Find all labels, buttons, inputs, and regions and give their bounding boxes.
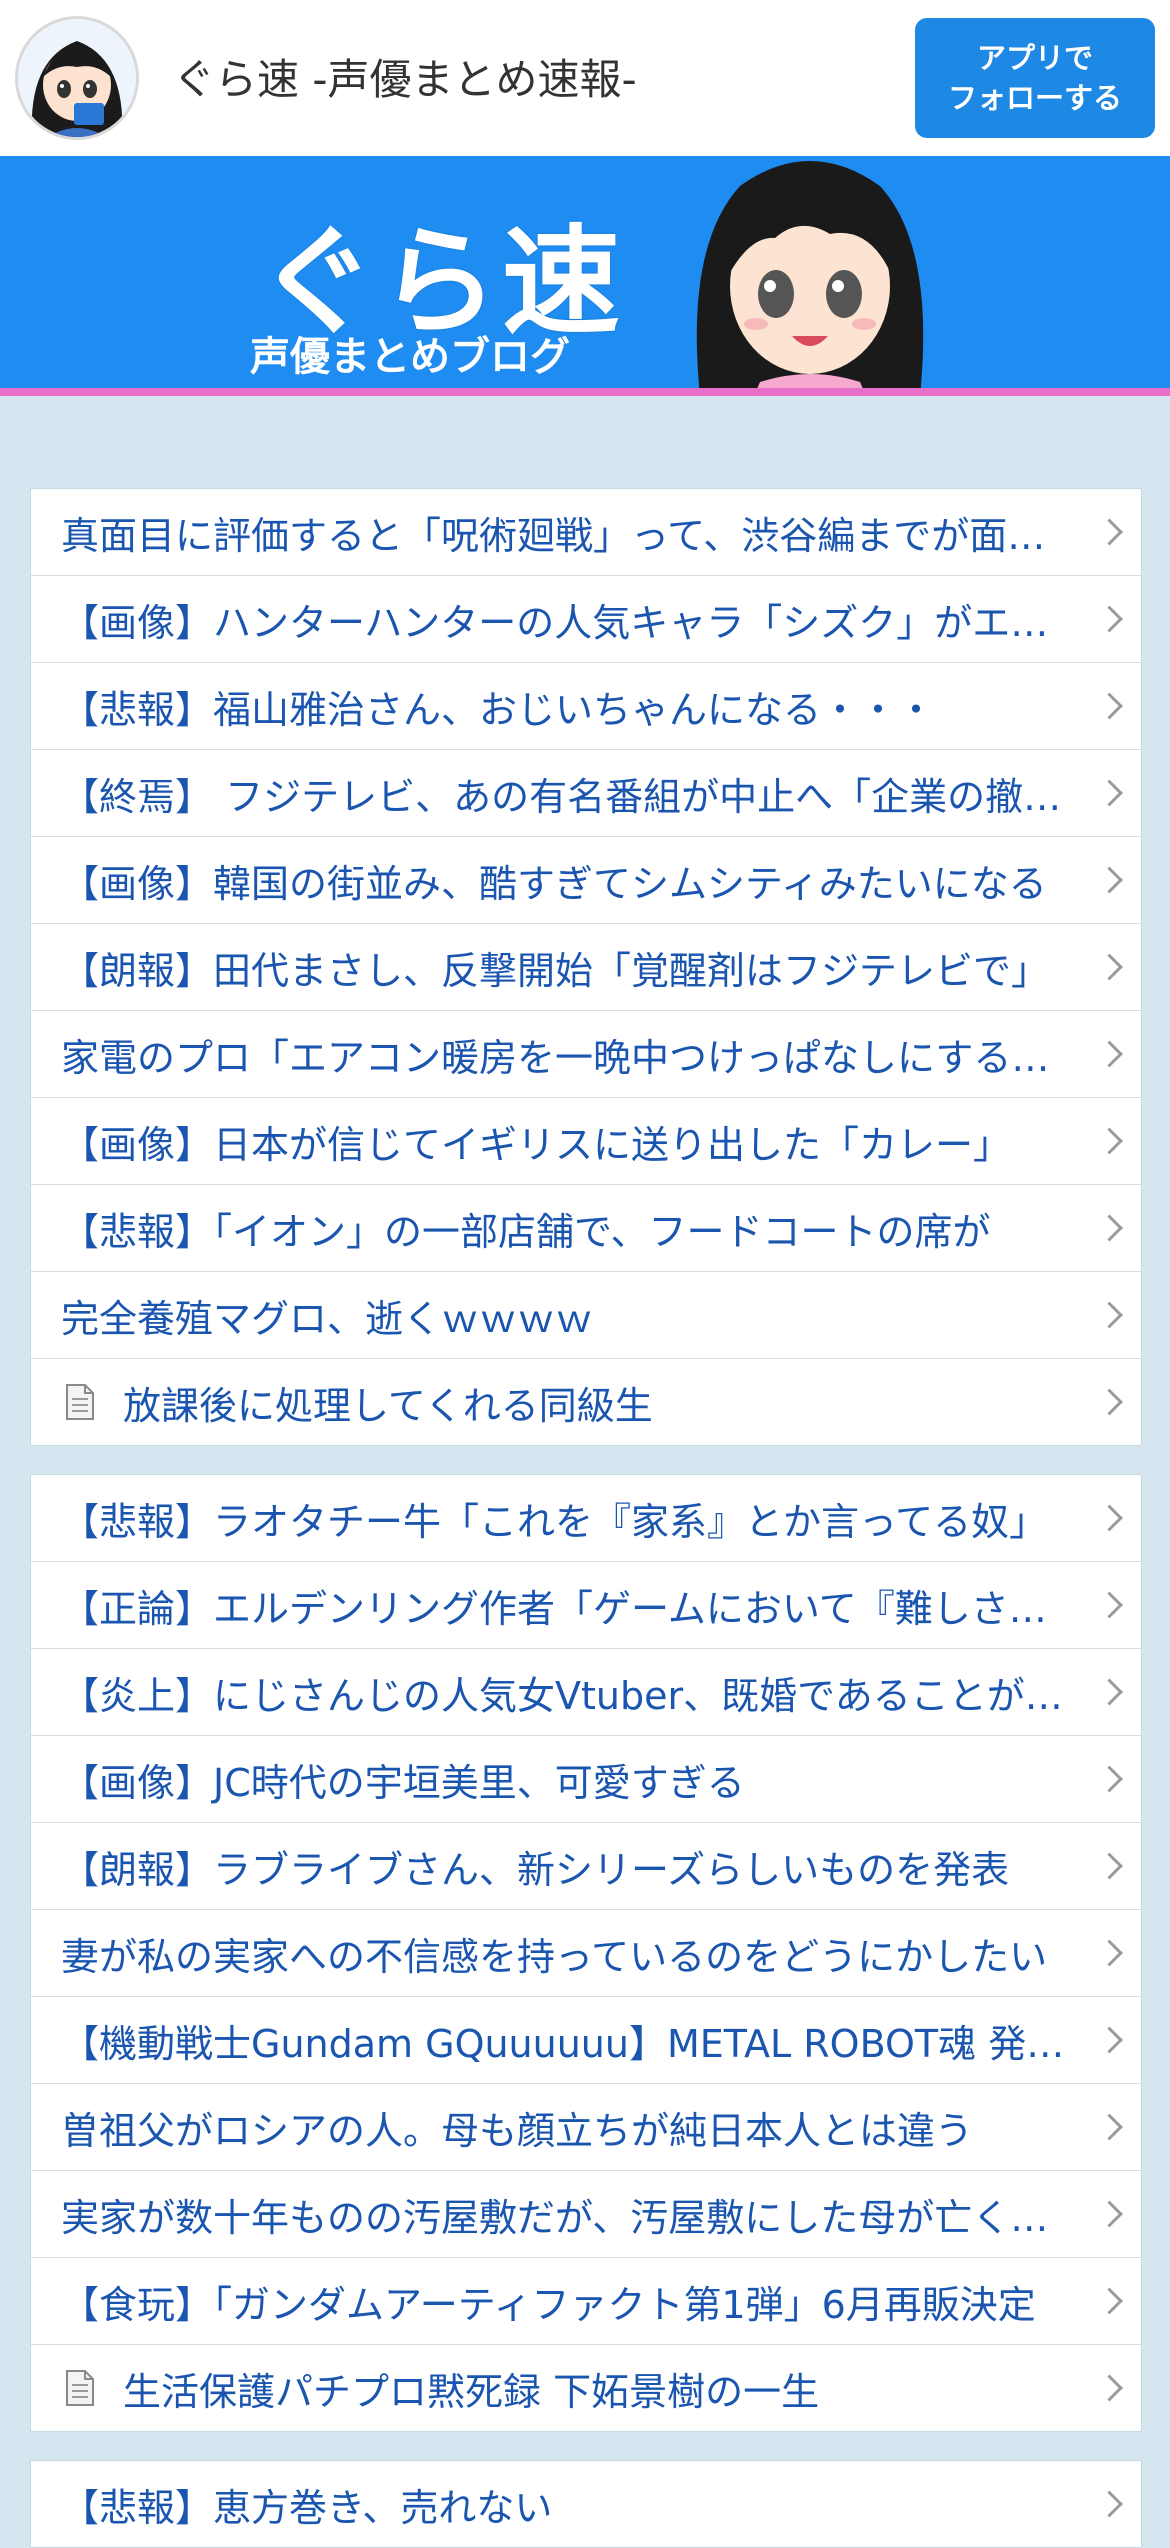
article-link[interactable]: 【機動戦士Gundam GQuuuuuu】METAL ROBOT魂 発売決定 (31, 1996, 1141, 2083)
chevron-right-icon (1096, 1040, 1123, 1068)
article-link[interactable]: 完全養殖マグロ、逝くｗｗｗｗ (31, 1271, 1141, 1358)
article-list-3: 【悲報】恵方巻き、売れない (30, 2460, 1142, 2548)
article-link[interactable]: 【朗報】ラブライブさん、新シリーズらしいものを発表 (31, 1822, 1141, 1909)
article-title: 【朗報】ラブライブさん、新シリーズらしいものを発表 (61, 1847, 1010, 1892)
article-title: 【朗報】田代まさし、反撃開始「覚醒剤はフジテレビで」 (61, 948, 1050, 993)
article-title: 【炎上】にじさんじの人気女Vtuber、既婚であることが判明 (61, 1673, 1081, 1718)
chevron-right-icon (1096, 1678, 1123, 1706)
mascot-avatar-icon (18, 19, 136, 137)
chevron-right-icon (1096, 2374, 1123, 2402)
chevron-right-icon (1096, 692, 1123, 720)
document-icon (66, 2370, 94, 2406)
article-link[interactable]: 【悲報】福山雅治さん、おじいちゃんになる・・・ (31, 662, 1141, 749)
chevron-right-icon (1096, 518, 1123, 546)
article-title: 妻が私の実家への不信感を持っているのをどうにかしたい (61, 1934, 1048, 1979)
article-link[interactable]: 【終焉】 フジテレビ、あの有名番組が中止へ「企業の撤退が」 (31, 749, 1141, 836)
article-link[interactable]: 【悲報】恵方巻き、売れない (31, 2461, 1141, 2547)
chevron-right-icon (1096, 2287, 1123, 2315)
chevron-right-icon (1096, 1852, 1123, 1880)
article-link[interactable]: 【画像】韓国の街並み、酷すぎてシムシティみたいになる (31, 836, 1141, 923)
chevron-right-icon (1096, 1214, 1123, 1242)
article-title: 曽祖父がロシアの人。母も顔立ちが純日本人とは違う (61, 2108, 974, 2153)
article-title: 【画像】日本が信じてイギリスに送り出した「カレー」 (61, 1122, 1012, 1167)
article-link[interactable]: 放課後に処理してくれる同級生 (31, 1358, 1141, 1445)
site-banner[interactable]: ぐら速 声優まとめブログ (0, 156, 1170, 396)
article-link[interactable]: 妻が私の実家への不信感を持っているのをどうにかしたい (31, 1909, 1141, 1996)
chevron-right-icon (1096, 1591, 1123, 1619)
article-title: 【悲報】「イオン」の一部店舗で、フードコートの席が (61, 1209, 991, 1254)
site-header: ぐら速 -声優まとめ速報- アプリで フォローする (0, 0, 1170, 156)
article-title: 生活保護パチプロ黙死録 下妬景樹の一生 (123, 2369, 820, 2414)
chevron-right-icon (1096, 1388, 1123, 1416)
article-title: 家電のプロ「エアコン暖房を一晩中つけっぱなしにすると」 (61, 1035, 1081, 1080)
banner-stripe (0, 388, 1170, 396)
chevron-right-icon (1096, 2200, 1123, 2228)
article-link[interactable]: 【悲報】ラオタチー牛「これを『家系』とか言ってる奴」 (31, 1475, 1141, 1561)
article-title: 【悲報】ラオタチー牛「これを『家系』とか言ってる奴」 (61, 1499, 1048, 1544)
chevron-right-icon (1096, 779, 1123, 807)
article-link[interactable]: 【画像】日本が信じてイギリスに送り出した「カレー」 (31, 1097, 1141, 1184)
chevron-right-icon (1096, 953, 1123, 981)
follow-in-app-button[interactable]: アプリで フォローする (915, 18, 1155, 138)
article-link[interactable]: 【悲報】「イオン」の一部店舗で、フードコートの席が (31, 1184, 1141, 1271)
article-title: 【悲報】恵方巻き、売れない (61, 2485, 553, 2530)
chevron-right-icon (1096, 605, 1123, 633)
article-title: 【画像】JC時代の宇垣美里、可愛すぎる (61, 1760, 745, 1805)
article-title: 【機動戦士Gundam GQuuuuuu】METAL ROBOT魂 発売決定 (61, 2021, 1081, 2066)
chevron-right-icon (1096, 1504, 1123, 1532)
article-link[interactable]: 【画像】JC時代の宇垣美里、可愛すぎる (31, 1735, 1141, 1822)
article-title: 【正論】エルデンリング作者「ゲームにおいて『難しさ』は」 (61, 1586, 1081, 1631)
article-link[interactable]: 生活保護パチプロ黙死録 下妬景樹の一生 (31, 2344, 1141, 2431)
mascot-illustration-icon (696, 161, 924, 396)
chevron-right-icon (1096, 866, 1123, 894)
article-link[interactable]: 【朗報】田代まさし、反撃開始「覚醒剤はフジテレビで」 (31, 923, 1141, 1010)
article-list-2: 【悲報】ラオタチー牛「これを『家系』とか言ってる奴」 【正論】エルデンリング作者「… (30, 1474, 1142, 2432)
chevron-right-icon (1096, 2490, 1123, 2518)
article-title: 【画像】韓国の街並み、酷すぎてシムシティみたいになる (61, 861, 1047, 906)
site-title[interactable]: ぐら速 -声優まとめ速報- (173, 46, 637, 107)
article-link[interactable]: 【画像】ハンターハンターの人気キャラ「シズク」がエロすぎる (31, 575, 1141, 662)
article-link[interactable]: 【正論】エルデンリング作者「ゲームにおいて『難しさ』は」 (31, 1561, 1141, 1648)
chevron-right-icon (1096, 2113, 1123, 2141)
article-title: 実家が数十年ものの汚屋敷だが、汚屋敷にした母が亡くなり (61, 2195, 1081, 2240)
article-title: 【食玩】「ガンダムアーティファクト第1弾」6月再販決定 (61, 2282, 1036, 2327)
article-title: 【画像】ハンターハンターの人気キャラ「シズク」がエロすぎる (61, 600, 1081, 645)
article-link[interactable]: 【食玩】「ガンダムアーティファクト第1弾」6月再販決定 (31, 2257, 1141, 2344)
article-title: 【終焉】 フジテレビ、あの有名番組が中止へ「企業の撤退が」 (61, 774, 1081, 819)
article-link[interactable]: 実家が数十年ものの汚屋敷だが、汚屋敷にした母が亡くなり (31, 2170, 1141, 2257)
chevron-right-icon (1096, 1765, 1123, 1793)
chevron-right-icon (1096, 1939, 1123, 1967)
article-list-1: 真面目に評価すると「呪術廻戦」って、渋谷編までが面白いよな 【画像】ハンターハンタ… (30, 488, 1142, 1446)
article-title: 放課後に処理してくれる同級生 (123, 1383, 653, 1428)
article-link[interactable]: 【炎上】にじさんじの人気女Vtuber、既婚であることが判明 (31, 1648, 1141, 1735)
follow-button-line1: アプリで (976, 41, 1093, 75)
article-title: 真面目に評価すると「呪術廻戦」って、渋谷編までが面白いよな (61, 513, 1081, 558)
article-link[interactable]: 曽祖父がロシアの人。母も顔立ちが純日本人とは違う (31, 2083, 1141, 2170)
chevron-right-icon (1096, 1127, 1123, 1155)
article-title: 【悲報】福山雅治さん、おじいちゃんになる・・・ (61, 687, 936, 732)
article-link[interactable]: 家電のプロ「エアコン暖房を一晩中つけっぱなしにすると」 (31, 1010, 1141, 1097)
document-icon (66, 1384, 94, 1420)
follow-button-line2: フォローする (947, 81, 1122, 115)
avatar[interactable] (15, 16, 139, 140)
banner-subtitle: 声優まとめブログ (250, 334, 570, 380)
article-title: 完全養殖マグロ、逝くｗｗｗｗ (61, 1296, 594, 1341)
chevron-right-icon (1096, 1301, 1123, 1329)
article-link[interactable]: 真面目に評価すると「呪術廻戦」って、渋谷編までが面白いよな (31, 489, 1141, 575)
chevron-right-icon (1096, 2026, 1123, 2054)
